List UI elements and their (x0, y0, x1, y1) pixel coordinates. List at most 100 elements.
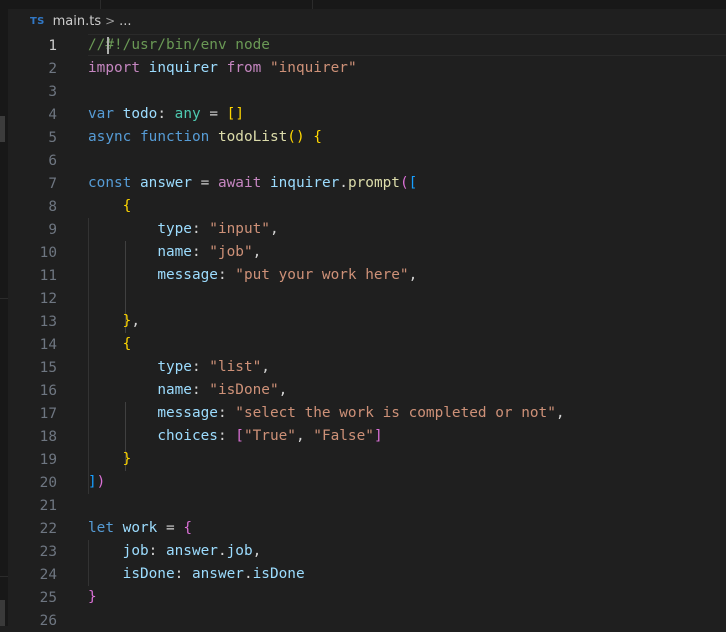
code-line[interactable]: 12 (8, 287, 726, 310)
code-token: { (122, 336, 132, 352)
code-token: todoList (217, 129, 288, 145)
code-token: "list" (209, 359, 262, 375)
code-token: isDone (252, 566, 305, 582)
code-token: , (252, 543, 262, 559)
line-number: 5 (48, 129, 57, 146)
code-line[interactable]: 20]) (8, 471, 726, 494)
breadcrumb-file[interactable]: main.ts (53, 14, 101, 29)
code-text[interactable]: name: "job", (88, 241, 261, 264)
line-number: 15 (39, 359, 57, 376)
line-number: 16 (39, 382, 57, 399)
code-line[interactable]: 17 message: "select the work is complete… (8, 402, 726, 425)
line-number: 13 (39, 313, 57, 330)
code-text[interactable]: message: "put your work here", (88, 264, 417, 287)
code-text[interactable]: async function todoList() { (88, 126, 322, 149)
code-token: "put your work here" (235, 267, 409, 283)
code-token: "inquirer" (269, 60, 357, 76)
code-line[interactable]: 26 (8, 609, 726, 632)
code-text[interactable]: type: "list", (88, 356, 270, 379)
code-token: : (217, 405, 236, 421)
code-line[interactable]: 7 const answer = await inquirer.prompt([ (8, 172, 726, 195)
line-number: 24 (39, 566, 57, 583)
line-number: 18 (39, 428, 57, 445)
strip-divider (0, 298, 8, 299)
code-line[interactable]: 25} (8, 586, 726, 609)
code-text[interactable]: } (88, 586, 97, 609)
code-token: any (174, 106, 201, 122)
code-text[interactable]: //#!/usr/bin/env node (88, 34, 270, 57)
code-line[interactable]: 11 message: "put your work here", (8, 264, 726, 287)
code-line[interactable]: 10 name: "job", (8, 241, 726, 264)
code-line[interactable]: 14 { (8, 333, 726, 356)
code-token: from (226, 60, 262, 76)
code-line[interactable]: 9 type: "input", (8, 218, 726, 241)
code-token: , (408, 267, 418, 283)
code-text[interactable]: } (88, 448, 132, 471)
code-token: : (174, 566, 192, 582)
code-token: = (191, 175, 218, 191)
code-token: type (157, 221, 192, 237)
code-line[interactable]: 16 name: "isDone", (8, 379, 726, 402)
code-line[interactable]: 21 (8, 494, 726, 517)
code-editor[interactable]: 1 //#!/usr/bin/env node 2 import inquirer f… (8, 34, 726, 629)
code-text[interactable]: const answer = await inquirer.prompt([ (88, 172, 417, 195)
code-line[interactable]: 18 choices: ["True", "False"] (8, 425, 726, 448)
code-line[interactable]: 3 (8, 80, 726, 103)
code-token: job (122, 543, 149, 559)
code-token: : (191, 244, 210, 260)
code-token: , (131, 313, 140, 329)
code-text[interactable]: import inquirer from "inquirer" (88, 57, 357, 80)
line-number: 17 (39, 405, 57, 422)
code-text[interactable]: let work = { (88, 517, 192, 540)
code-token: prompt (347, 175, 400, 191)
code-line[interactable]: 4 var todo: any = [] (8, 103, 726, 126)
code-token: choices (157, 428, 218, 444)
code-text[interactable]: name: "isDone", (88, 379, 287, 402)
breadcrumb: TS main.ts > ... (8, 9, 726, 33)
code-text[interactable]: type: "input", (88, 218, 279, 241)
code-line[interactable]: 6 (8, 149, 726, 172)
code-text[interactable]: choices: ["True", "False"] (88, 425, 382, 448)
code-token: , (269, 221, 279, 237)
code-text[interactable]: job: answer.job, (88, 540, 262, 563)
code-line[interactable]: 23 job: answer.job, (8, 540, 726, 563)
line-number: 19 (39, 451, 57, 468)
code-token: ) (96, 474, 106, 490)
code-text[interactable]: message: "select the work is completed o… (88, 402, 564, 425)
code-line[interactable]: 13 }, (8, 310, 726, 333)
line-number: 22 (39, 520, 57, 537)
breadcrumb-symbols[interactable]: ... (119, 14, 131, 29)
code-text[interactable]: }, (88, 310, 140, 333)
code-token: [ (408, 175, 418, 191)
line-number: 7 (48, 175, 57, 192)
code-text[interactable]: { (88, 333, 132, 356)
code-token: name (157, 244, 192, 260)
code-line[interactable]: 24 isDone: answer.isDone (8, 563, 726, 586)
line-number: 10 (39, 244, 57, 261)
code-token: "True" (243, 428, 296, 444)
code-text[interactable]: isDone: answer.isDone (88, 563, 305, 586)
code-line[interactable]: 19 } (8, 448, 726, 471)
line-number: 25 (39, 589, 57, 606)
line-number: 23 (39, 543, 57, 560)
code-text[interactable]: { (88, 195, 132, 218)
code-text[interactable]: ]) (88, 471, 105, 494)
code-text[interactable]: var todo: any = [] (88, 103, 244, 126)
code-line[interactable]: 15 type: "list", (8, 356, 726, 379)
code-line[interactable]: 22 let work = { (8, 517, 726, 540)
line-number: 20 (39, 474, 57, 491)
code-token: , (261, 359, 270, 375)
code-token: { (122, 198, 132, 214)
code-line[interactable]: 2 import inquirer from "inquirer" (8, 57, 726, 80)
code-line[interactable]: 1 //#!/usr/bin/env node (8, 34, 726, 57)
code-line[interactable]: 5 async function todoList() { (8, 126, 726, 149)
code-line[interactable]: 8 { (8, 195, 726, 218)
